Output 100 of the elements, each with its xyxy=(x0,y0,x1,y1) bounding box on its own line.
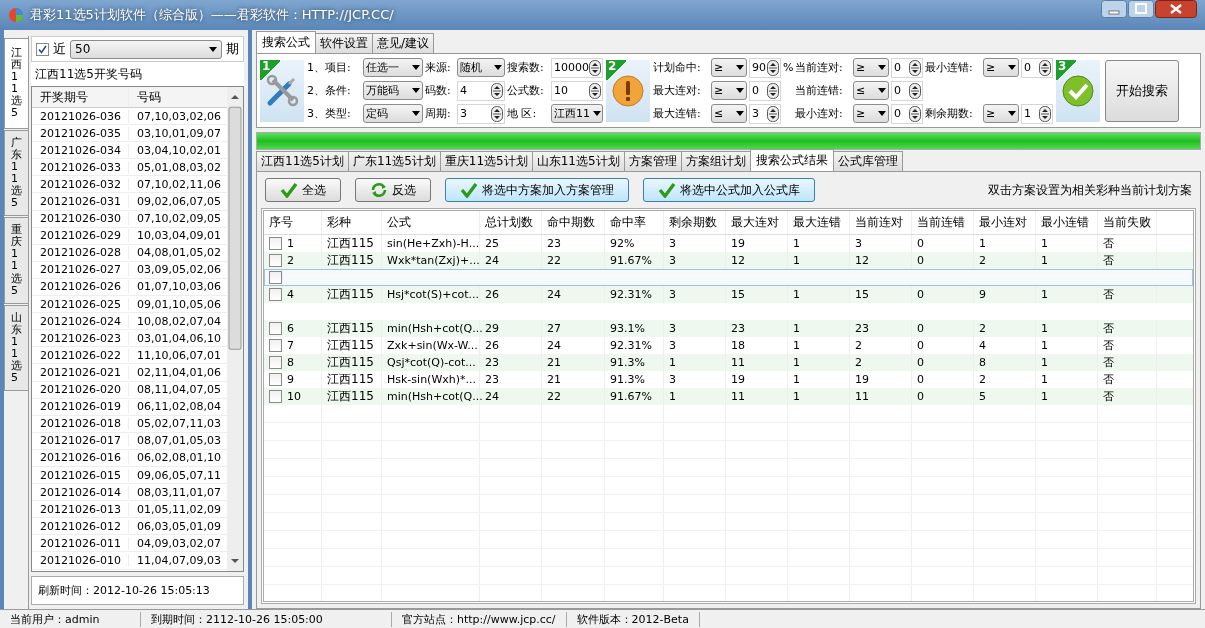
number-field[interactable]: 10000 xyxy=(551,57,603,78)
dropdown[interactable]: ≥ xyxy=(711,58,747,77)
row-checkbox[interactable] xyxy=(269,271,282,284)
row-checkbox[interactable] xyxy=(269,373,282,386)
table-cell: 29 xyxy=(480,320,542,337)
table-cell: 91.3% xyxy=(605,354,664,371)
table-cell-text: 06,11,02,08,04 xyxy=(136,400,222,414)
dropdown[interactable]: 江西11 xyxy=(551,104,603,123)
table-cell-text: 01,05,11,02,09 xyxy=(136,502,222,516)
field-label: 剩余期数: xyxy=(925,106,974,121)
spinner-icon[interactable] xyxy=(767,105,779,122)
number-field[interactable]: 4 xyxy=(457,80,505,101)
close-icon[interactable] xyxy=(1155,0,1197,18)
row-checkbox[interactable] xyxy=(269,390,282,403)
tab[interactable]: 广东11选5计划 xyxy=(347,151,441,171)
row-checkbox[interactable] xyxy=(269,237,282,250)
spinner-icon[interactable] xyxy=(909,82,921,99)
side-tab[interactable]: 山东11选5 xyxy=(4,304,28,392)
number-field[interactable]: 0 xyxy=(749,80,781,101)
dropdown[interactable]: ≤ xyxy=(711,104,747,123)
table-cell: 20121026-031 xyxy=(32,195,129,208)
toolbar-button[interactable]: 将选中公式加入公式库 xyxy=(643,178,815,202)
dropdown[interactable]: 万能码 xyxy=(363,81,423,100)
dropdown[interactable]: 定码 xyxy=(363,104,423,123)
dropdown[interactable]: ≥ xyxy=(853,104,889,123)
maximize-icon[interactable] xyxy=(1128,0,1154,18)
spinner-icon[interactable] xyxy=(909,59,921,76)
number-field[interactable]: 0 xyxy=(1021,57,1053,78)
table-cell: 20121026-028 xyxy=(32,246,129,260)
field-label: 码数: xyxy=(425,83,452,98)
check-icon xyxy=(658,182,676,198)
spinner-icon[interactable] xyxy=(767,82,779,99)
spinner-icon[interactable] xyxy=(589,82,601,99)
toolbar-button[interactable]: 将选中方案加入方案管理 xyxy=(445,178,629,202)
table-cell: 3 xyxy=(664,320,726,337)
dropdown[interactable]: ≤ xyxy=(853,81,889,100)
side-tab[interactable]: 重庆11选5 xyxy=(4,217,28,304)
dropdown[interactable]: ≥ xyxy=(711,81,747,100)
number-field[interactable]: 3 xyxy=(749,103,781,124)
tab[interactable]: 意见/建议 xyxy=(372,33,435,53)
field-label: 当前连对: xyxy=(795,60,844,75)
tab[interactable]: 软件设置 xyxy=(315,33,373,53)
table-cell: 江西115 xyxy=(322,388,382,405)
number-field[interactable]: 0 xyxy=(891,57,923,78)
row-checkbox[interactable] xyxy=(269,254,282,267)
table-cell: 20121026-019 xyxy=(32,400,129,414)
spinner-icon[interactable] xyxy=(491,82,503,99)
spinner-icon[interactable] xyxy=(589,59,601,76)
row-checkbox[interactable] xyxy=(269,356,282,369)
checkbox[interactable] xyxy=(36,42,49,56)
dropdown[interactable]: 任选一 xyxy=(363,58,423,77)
spinner-icon[interactable] xyxy=(1039,59,1051,76)
table-cell: 1 xyxy=(788,286,850,303)
row-checkbox[interactable] xyxy=(269,288,282,301)
number-field[interactable]: 90 xyxy=(749,57,781,78)
step-badge: 1 xyxy=(260,59,280,80)
tab[interactable]: 搜索公式 xyxy=(256,31,316,53)
tab[interactable]: 重庆11选5计划 xyxy=(439,151,533,171)
side-tab[interactable]: 江西11选5 xyxy=(4,38,28,129)
number-field[interactable]: 3 xyxy=(457,103,505,124)
scrollbar[interactable] xyxy=(227,87,243,571)
number-field[interactable]: 0 xyxy=(891,103,923,124)
dropdown[interactable]: ≥ xyxy=(983,104,1019,123)
status-text: 当前用户：admin xyxy=(0,611,141,627)
field-label: 3、类型: xyxy=(307,106,352,121)
table-cell: 91.67% xyxy=(605,388,664,405)
number-field[interactable]: 10 xyxy=(551,80,603,101)
number-field[interactable]: 0 xyxy=(891,80,923,101)
dropdown[interactable]: 随机 xyxy=(457,58,505,77)
table-cell: 8 xyxy=(287,356,294,369)
field-label: 最大连对: xyxy=(653,83,702,98)
row-checkbox[interactable] xyxy=(269,339,282,352)
spinner-icon[interactable] xyxy=(491,105,503,122)
toolbar-button[interactable]: 反选 xyxy=(355,178,431,202)
tab[interactable]: 公式库管理 xyxy=(832,151,903,171)
spinner-icon[interactable] xyxy=(1039,105,1051,122)
dropdown[interactable]: ≥ xyxy=(853,58,889,77)
table-cell: 20121026-032 xyxy=(32,177,129,191)
row-checkbox[interactable] xyxy=(269,322,282,335)
minimize-icon[interactable] xyxy=(1101,0,1127,18)
table-cell: 1 xyxy=(664,354,726,371)
tab[interactable]: 山东11选5计划 xyxy=(531,151,625,171)
table-cell: 1 xyxy=(788,388,850,405)
table-cell: 8 xyxy=(974,354,1036,371)
tab[interactable]: 方案组计划 xyxy=(680,151,751,171)
start-search-button[interactable]: 开始搜索 xyxy=(1105,59,1179,122)
table-cell: 93.1% xyxy=(605,320,664,337)
number-field[interactable]: 1 xyxy=(1021,103,1053,124)
table-cell-text: 07,10,02,09,05 xyxy=(136,212,222,226)
tab[interactable]: 江西11选5计划 xyxy=(256,151,349,171)
spinner-icon[interactable] xyxy=(909,105,921,122)
period-dropdown[interactable]: 50 xyxy=(70,39,222,59)
table-cell: 23 xyxy=(850,320,912,337)
side-tab[interactable]: 广东11选5 xyxy=(4,129,28,217)
tab[interactable]: 搜索公式结果 xyxy=(749,149,834,171)
table-cell-text: 02,11,04,01,06 xyxy=(136,365,222,379)
dropdown[interactable]: ≥ xyxy=(983,58,1019,77)
tab[interactable]: 方案管理 xyxy=(623,151,682,171)
spinner-icon[interactable] xyxy=(767,59,779,76)
toolbar-button[interactable]: 全选 xyxy=(265,178,341,202)
